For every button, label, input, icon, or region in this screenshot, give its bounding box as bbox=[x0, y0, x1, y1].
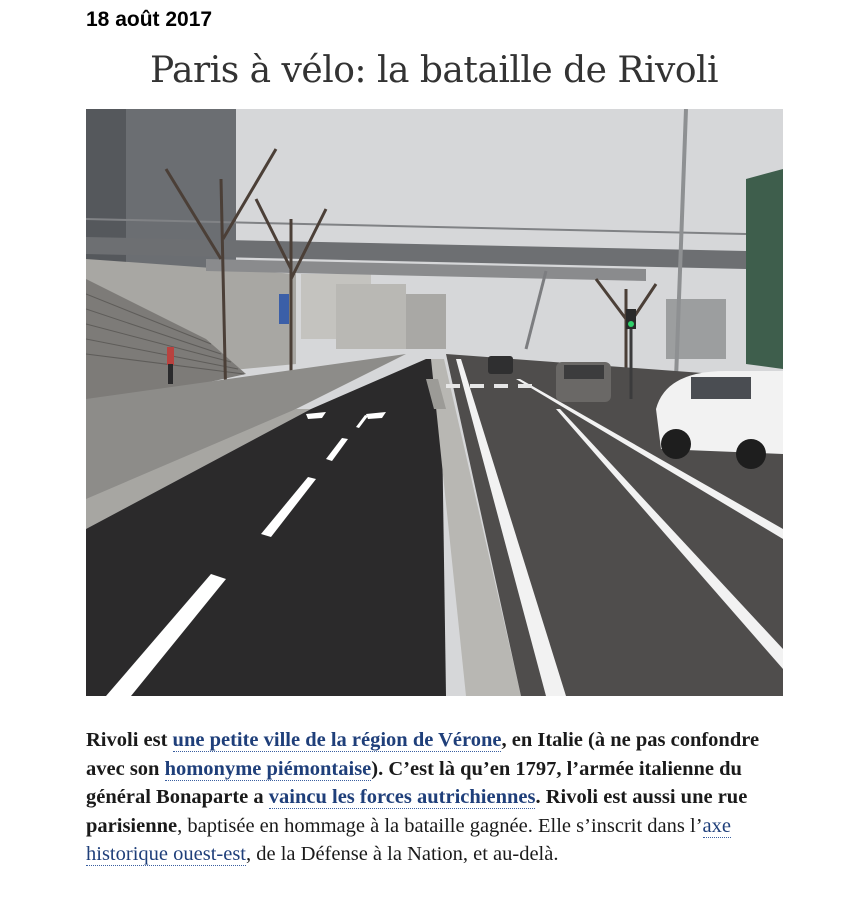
post-title: Paris à vélo: la bataille de Rivoli bbox=[149, 50, 719, 91]
link-homonyme-piemontaise[interactable]: homonyme piémontaise bbox=[164, 757, 372, 781]
intro-text-1: Rivoli est bbox=[86, 729, 173, 751]
article-photo bbox=[86, 109, 783, 696]
link-rivoli-verone[interactable]: une petite ville de la région de Vérone bbox=[172, 729, 502, 752]
post-date: 18 août 2017 bbox=[86, 8, 213, 31]
link-forces-autrichiennes[interactable]: vaincu les forces autrichiennes bbox=[268, 786, 536, 809]
body-text-6: , de la Défense à la Nation, et au-delà. bbox=[246, 843, 559, 865]
article-paragraph: Rivoli est une petite ville de la région… bbox=[86, 726, 786, 869]
body-text-5: , baptisée en hommage à la bataille gagn… bbox=[177, 814, 703, 837]
